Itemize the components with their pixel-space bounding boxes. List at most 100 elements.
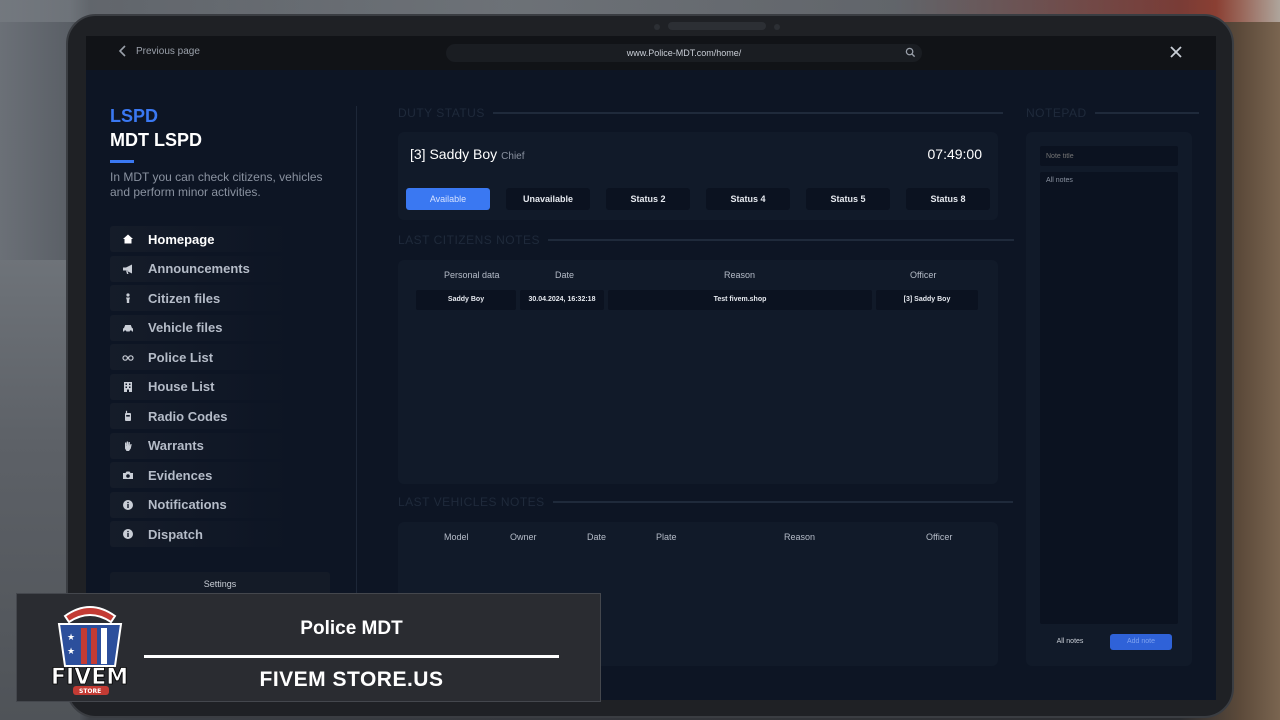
section-rule	[547, 239, 1014, 241]
section-label: DUTY STATUS	[398, 106, 485, 120]
logo-badge: STORE	[79, 688, 101, 695]
info-icon	[122, 528, 134, 540]
promo-banner: ★ ★ FIVEM STORE Police MDT FIVEM STORE.U…	[16, 593, 601, 702]
sidebar-item-label: Announcements	[148, 261, 250, 276]
sidebar-item-label: Vehicle files	[148, 320, 223, 335]
notes-textarea[interactable]: All notes	[1040, 172, 1178, 624]
info-icon	[122, 499, 134, 511]
search-icon[interactable]	[905, 47, 916, 58]
previous-page-label: Previous page	[136, 45, 200, 57]
section-rule	[1094, 112, 1199, 114]
sidebar-item-label: Radio Codes	[148, 408, 228, 424]
sidebar-item-announcements[interactable]: Announcements	[110, 255, 290, 282]
url-bar[interactable]: www.Police-MDT.com/home/	[446, 44, 922, 62]
status-unavailable-button[interactable]: Unavailable	[506, 188, 590, 210]
column-header-model: Model	[444, 532, 469, 542]
column-header-reason: Reason	[724, 270, 756, 280]
duty-status-panel: [3] Saddy Boy Chief 07:49:00 Available Un…	[398, 132, 998, 220]
promo-divider	[144, 655, 559, 658]
duty-status-header: DUTY STATUS	[398, 106, 1003, 120]
building-icon	[122, 381, 134, 393]
glasses-icon	[122, 351, 134, 363]
citizen-notes-header: LAST CITIZENS NOTES	[398, 233, 1014, 247]
sidebar-item-citizen-files[interactable]: Citizen files	[110, 285, 290, 311]
tablet-camera-dot	[774, 24, 780, 30]
section-rule	[492, 112, 1003, 114]
sidebar-item-label: Evidences	[148, 467, 213, 483]
all-notes-button[interactable]: All notes	[1040, 634, 1100, 650]
column-header-date: Date	[555, 270, 575, 280]
sidebar-item-warrants[interactable]: Warrants	[110, 432, 290, 459]
section-label: LAST CITIZENS NOTES	[398, 233, 540, 247]
chevron-left-icon	[118, 45, 126, 57]
sidebar-item-police-list[interactable]: Police List	[110, 344, 290, 370]
svg-text:★: ★	[67, 647, 75, 657]
sidebar-item-label: Citizen files	[148, 290, 221, 306]
camera-icon	[122, 469, 134, 481]
sidebar-item-label: Notifications	[148, 497, 227, 512]
status-4-button[interactable]: Status 4	[706, 188, 790, 210]
note-title-input[interactable]	[1040, 146, 1178, 166]
app-title: MDT LSPD	[110, 130, 202, 150]
sidebar-item-house-list[interactable]: House List	[110, 373, 290, 400]
sidebar-item-label: Warrants	[148, 438, 204, 453]
promo-title: Police MDT	[300, 618, 403, 639]
column-header-owner: Owner	[510, 532, 537, 542]
tablet-camera-bar	[668, 22, 766, 30]
status-available-button[interactable]: Available	[406, 188, 490, 210]
sidebar-item-dispatch[interactable]: Dispatch	[110, 521, 290, 547]
vehicle-notes-header: LAST VEHICLES NOTES	[398, 495, 1013, 509]
section-label: LAST VEHICLES NOTES	[398, 495, 545, 509]
status-5-button[interactable]: Status 5	[806, 188, 890, 210]
fivem-store-logo-icon: ★ ★ FIVEM STORE	[51, 606, 129, 695]
officer-rank: Chief	[501, 151, 525, 162]
column-header-plate: Plate	[656, 532, 677, 542]
table-cell-date[interactable]: 30.04.2024, 16:32:18	[520, 290, 604, 310]
add-note-button[interactable]: Add note	[1110, 634, 1172, 650]
org-label: LSPD	[110, 106, 159, 126]
sidebar-item-label: Dispatch	[148, 526, 203, 542]
sidebar-item-evidences[interactable]: Evidences	[110, 462, 290, 488]
previous-page-button[interactable]: Previous page	[118, 45, 200, 57]
sidebar-item-label: House List	[148, 379, 215, 394]
column-header-officer: Officer	[910, 270, 937, 280]
section-label: NOTEPAD	[1026, 106, 1087, 120]
column-header-personal-data: Personal data	[444, 270, 500, 280]
citizen-notes-panel: Personal data Date Reason Officer Saddy …	[398, 260, 998, 484]
sidebar-nav: Homepage Announcements Citizen files Veh…	[110, 226, 290, 551]
status-8-button[interactable]: Status 8	[906, 188, 990, 210]
column-header-date: Date	[587, 532, 607, 542]
tablet-camera-dot	[654, 24, 660, 30]
status-button-row: Available Unavailable Status 2 Status 4 …	[406, 188, 990, 210]
home-icon	[122, 233, 134, 245]
megaphone-icon	[122, 263, 134, 275]
sidebar-item-homepage[interactable]: Homepage	[110, 226, 290, 252]
radio-icon	[122, 410, 134, 422]
status-2-button[interactable]: Status 2	[606, 188, 690, 210]
officer-name: [3] Saddy Boy	[410, 146, 498, 162]
sidebar-item-radio-codes[interactable]: Radio Codes	[110, 403, 290, 429]
section-rule	[552, 501, 1013, 503]
notepad-header: NOTEPAD	[1026, 106, 1199, 120]
svg-text:★: ★	[67, 633, 75, 643]
browser-bar: Previous page www.Police-MDT.com/home/	[86, 36, 1216, 70]
car-icon	[122, 322, 134, 334]
notepad-panel: All notes All notes Add note	[1026, 132, 1192, 666]
close-icon[interactable]	[1168, 44, 1184, 60]
sidebar-item-notifications[interactable]: Notifications	[110, 491, 290, 518]
table-cell-officer[interactable]: [3] Saddy Boy	[876, 290, 978, 310]
url-text: www.Police-MDT.com/home/	[626, 48, 742, 58]
duty-clock: 07:49:00	[927, 146, 983, 162]
person-icon	[122, 292, 134, 304]
sidebar-item-label: Police List	[148, 349, 214, 365]
promo-subtitle: FIVEM STORE.US	[259, 668, 444, 691]
column-header-officer: Officer	[926, 532, 953, 542]
app-description: In MDT you can check citizens, vehicles …	[110, 170, 323, 199]
column-header-reason: Reason	[784, 532, 816, 542]
sidebar-item-label: Homepage	[148, 231, 215, 247]
hand-icon	[122, 440, 134, 452]
sidebar-item-vehicle-files[interactable]: Vehicle files	[110, 314, 290, 341]
title-underline	[110, 160, 134, 163]
table-cell-personal-data[interactable]: Saddy Boy	[416, 290, 516, 310]
table-cell-reason[interactable]: Test fivem.shop	[608, 290, 872, 310]
